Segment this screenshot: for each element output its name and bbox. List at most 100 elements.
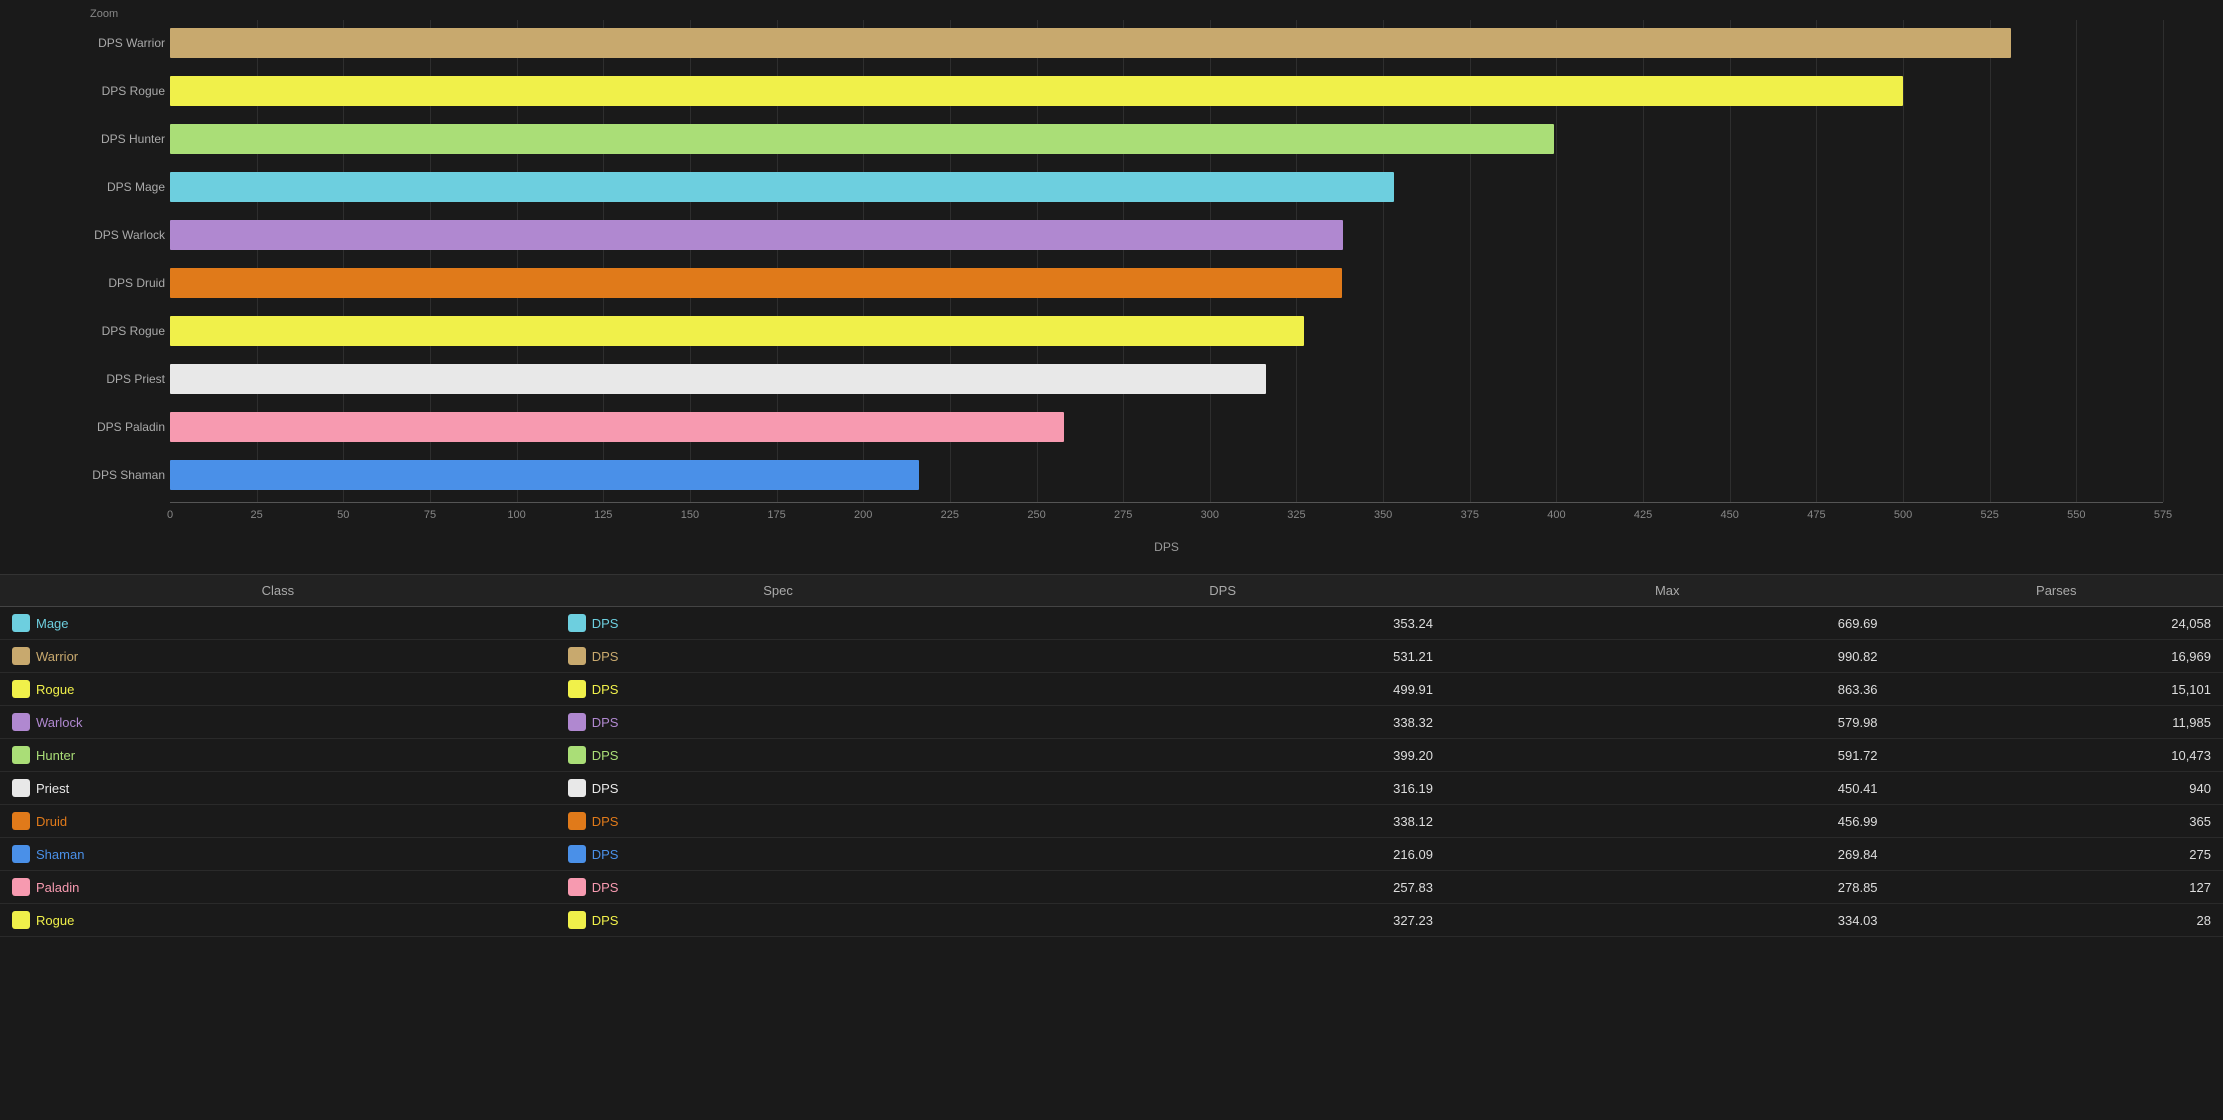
bars-container: DPS WarriorDPS RogueDPS HunterDPS MageDP… — [170, 20, 2163, 498]
table-row[interactable]: RogueDPS327.23334.0328 — [0, 904, 2223, 937]
x-tick: 0 — [167, 509, 173, 521]
table-row[interactable]: HunterDPS399.20591.7210,473 — [0, 739, 2223, 772]
table-row[interactable]: DruidDPS338.12456.99365 — [0, 805, 2223, 838]
table-section: Class Spec DPS Max Parses MageDPS353.246… — [0, 574, 2223, 937]
spec-icon — [568, 746, 586, 764]
spec-icon — [568, 779, 586, 797]
spec-name: DPS — [592, 847, 619, 862]
class-icon — [12, 812, 30, 830]
class-name: Warlock — [36, 715, 82, 730]
x-tick: 275 — [1114, 509, 1132, 521]
cell-max: 278.85 — [1445, 871, 1890, 904]
cell-max: 456.99 — [1445, 805, 1890, 838]
cell-class: Rogue — [0, 673, 556, 706]
bar-label: DPS Warrior — [85, 36, 165, 50]
bar-row: DPS Paladin — [170, 404, 2163, 450]
x-tick: 525 — [1981, 509, 1999, 521]
x-tick: 400 — [1547, 509, 1565, 521]
cell-parses: 15,101 — [1890, 673, 2223, 706]
x-tick: 200 — [854, 509, 872, 521]
bar-label: DPS Priest — [85, 372, 165, 386]
x-tick: 125 — [594, 509, 612, 521]
bar — [170, 316, 1304, 346]
class-name: Rogue — [36, 913, 74, 928]
cell-max: 450.41 — [1445, 772, 1890, 805]
bar-row: DPS Rogue — [170, 68, 2163, 114]
bar — [170, 28, 2011, 58]
class-icon — [12, 680, 30, 698]
cell-max: 334.03 — [1445, 904, 1890, 937]
cell-dps: 353.24 — [1000, 607, 1445, 640]
cell-parses: 365 — [1890, 805, 2223, 838]
class-icon — [12, 845, 30, 863]
table-row[interactable]: PriestDPS316.19450.41940 — [0, 772, 2223, 805]
cell-spec: DPS — [556, 706, 1001, 739]
spec-name: DPS — [592, 616, 619, 631]
cell-max: 579.98 — [1445, 706, 1890, 739]
bar — [170, 412, 1064, 442]
cell-parses: 10,473 — [1890, 739, 2223, 772]
table-row[interactable]: WarlockDPS338.32579.9811,985 — [0, 706, 2223, 739]
spec-name: DPS — [592, 748, 619, 763]
cell-parses: 11,985 — [1890, 706, 2223, 739]
bar-label: DPS Rogue — [85, 84, 165, 98]
x-tick: 325 — [1287, 509, 1305, 521]
th-spec: Spec — [556, 575, 1001, 607]
x-tick: 100 — [507, 509, 525, 521]
spec-name: DPS — [592, 715, 619, 730]
table-row[interactable]: MageDPS353.24669.6924,058 — [0, 607, 2223, 640]
spec-icon — [568, 713, 586, 731]
cell-spec: DPS — [556, 871, 1001, 904]
cell-max: 990.82 — [1445, 640, 1890, 673]
spec-icon — [568, 812, 586, 830]
x-tick: 250 — [1027, 509, 1045, 521]
class-icon — [12, 647, 30, 665]
bar-row: DPS Priest — [170, 356, 2163, 402]
class-name: Priest — [36, 781, 69, 796]
cell-class: Warlock — [0, 706, 556, 739]
cell-parses: 940 — [1890, 772, 2223, 805]
cell-class: Warrior — [0, 640, 556, 673]
class-name: Paladin — [36, 880, 79, 895]
x-tick: 25 — [251, 509, 263, 521]
cell-class: Rogue — [0, 904, 556, 937]
x-tick: 475 — [1807, 509, 1825, 521]
cell-class: Shaman — [0, 838, 556, 871]
bar-label: DPS Paladin — [85, 420, 165, 434]
bar — [170, 76, 1903, 106]
table-row[interactable]: RogueDPS499.91863.3615,101 — [0, 673, 2223, 706]
class-name: Hunter — [36, 748, 75, 763]
table-row[interactable]: PaladinDPS257.83278.85127 — [0, 871, 2223, 904]
grid-line — [2163, 20, 2164, 502]
spec-icon — [568, 614, 586, 632]
table-row[interactable]: WarriorDPS531.21990.8216,969 — [0, 640, 2223, 673]
cell-spec: DPS — [556, 607, 1001, 640]
bar — [170, 172, 1394, 202]
spec-name: DPS — [592, 880, 619, 895]
class-name: Mage — [36, 616, 69, 631]
cell-dps: 399.20 — [1000, 739, 1445, 772]
cell-class: Priest — [0, 772, 556, 805]
x-tick: 300 — [1201, 509, 1219, 521]
bar-row: DPS Warlock — [170, 212, 2163, 258]
cell-class: Hunter — [0, 739, 556, 772]
cell-dps: 327.23 — [1000, 904, 1445, 937]
spec-icon — [568, 845, 586, 863]
cell-class: Paladin — [0, 871, 556, 904]
th-dps: DPS — [1000, 575, 1445, 607]
table-header-row: Class Spec DPS Max Parses — [0, 575, 2223, 607]
table-row[interactable]: ShamanDPS216.09269.84275 — [0, 838, 2223, 871]
bar-label: DPS Druid — [85, 276, 165, 290]
cell-dps: 216.09 — [1000, 838, 1445, 871]
cell-spec: DPS — [556, 640, 1001, 673]
spec-icon — [568, 647, 586, 665]
th-max: Max — [1445, 575, 1890, 607]
cell-dps: 499.91 — [1000, 673, 1445, 706]
bar-row: DPS Shaman — [170, 452, 2163, 498]
cell-spec: DPS — [556, 838, 1001, 871]
cell-dps: 531.21 — [1000, 640, 1445, 673]
bar — [170, 124, 1554, 154]
class-name: Shaman — [36, 847, 84, 862]
x-tick: 375 — [1461, 509, 1479, 521]
data-table: Class Spec DPS Max Parses MageDPS353.246… — [0, 575, 2223, 937]
